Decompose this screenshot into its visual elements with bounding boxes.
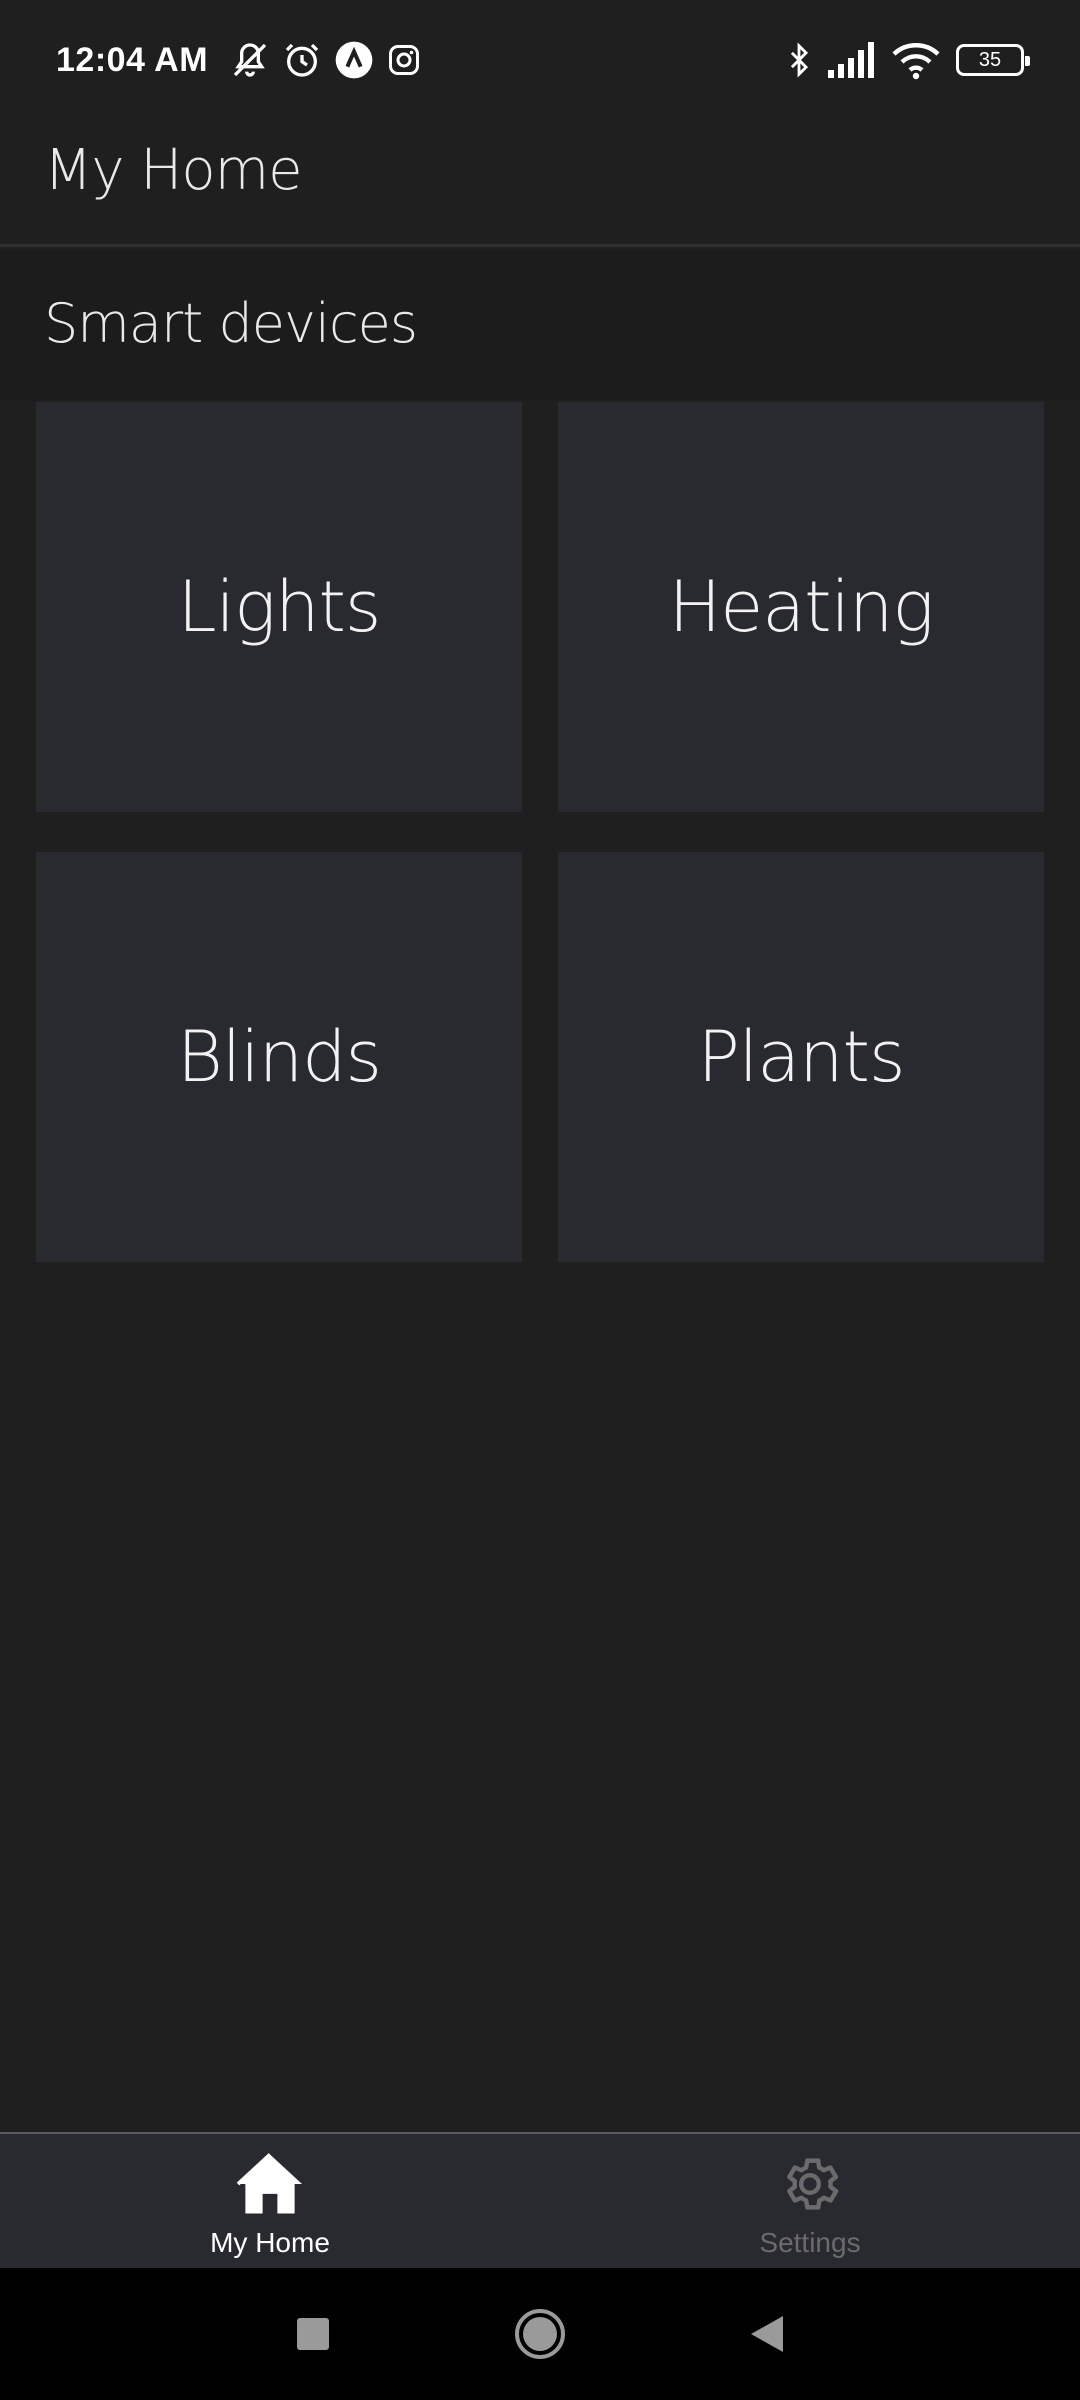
device-grid: Lights Heating Blinds Plants bbox=[36, 402, 1044, 1262]
muted-bell-icon bbox=[230, 40, 270, 80]
battery-level: 35 bbox=[978, 48, 1002, 71]
instagram-icon bbox=[386, 42, 422, 78]
status-left: 12:04 AM bbox=[56, 40, 428, 80]
home-button[interactable] bbox=[490, 2284, 590, 2384]
device-label: Lights bbox=[177, 566, 382, 648]
section-header: Smart devices bbox=[0, 250, 1080, 400]
device-tile-blinds[interactable]: Blinds bbox=[36, 852, 522, 1262]
app-header: My Home bbox=[0, 120, 1080, 247]
device-tile-heating[interactable]: Heating bbox=[558, 402, 1044, 812]
section-title: Smart devices bbox=[44, 292, 418, 355]
device-tile-plants[interactable]: Plants bbox=[558, 852, 1044, 1262]
device-label: Heating bbox=[668, 566, 935, 648]
nav-label: Settings bbox=[759, 2227, 861, 2258]
page-title: My Home bbox=[44, 138, 303, 203]
device-label: Blinds bbox=[177, 1016, 382, 1098]
battery-icon: 35 bbox=[956, 44, 1030, 76]
system-nav-bar bbox=[0, 2268, 1080, 2400]
status-right: 35 bbox=[776, 40, 1030, 80]
status-time: 12:04 AM bbox=[56, 40, 209, 79]
gear-icon bbox=[777, 2149, 843, 2219]
recent-apps-button[interactable] bbox=[263, 2284, 363, 2384]
device-tile-lights[interactable]: Lights bbox=[36, 402, 522, 812]
nav-item-my-home[interactable]: My Home bbox=[0, 2134, 540, 2268]
home-icon bbox=[235, 2149, 305, 2219]
screen: 12:04 AM 35 My Home Smart devices Lights… bbox=[0, 0, 1080, 2400]
bottom-nav: My Home Settings bbox=[0, 2132, 1080, 2268]
bluetooth-icon bbox=[782, 40, 816, 80]
status-bar: 12:04 AM 35 bbox=[0, 0, 1080, 120]
nav-item-settings[interactable]: Settings bbox=[540, 2134, 1080, 2268]
app-notification-icon bbox=[334, 40, 374, 80]
wifi-icon bbox=[892, 40, 940, 80]
alarm-icon bbox=[282, 40, 322, 80]
back-button[interactable] bbox=[717, 2284, 817, 2384]
nav-label: My Home bbox=[210, 2227, 330, 2258]
device-label: Plants bbox=[697, 1016, 906, 1098]
signal-icon bbox=[828, 42, 880, 78]
